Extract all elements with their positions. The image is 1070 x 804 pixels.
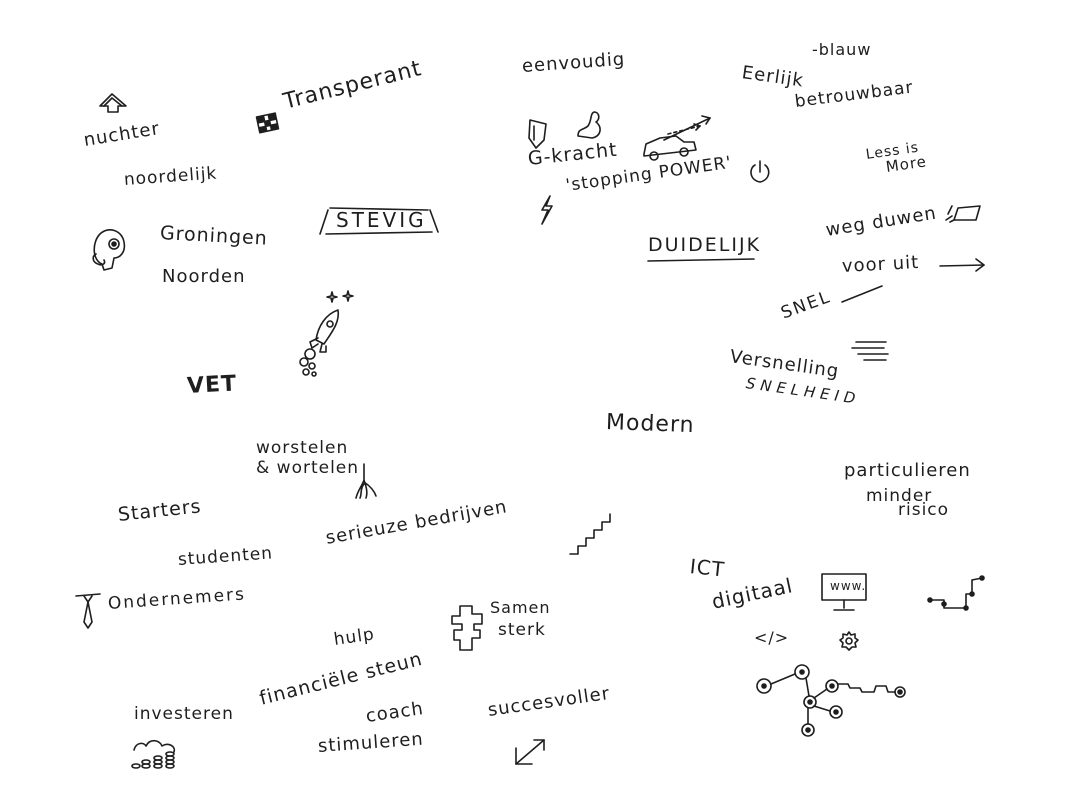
word-weg-duwen: weg duwen [824, 202, 939, 241]
word-stimuleren: stimuleren [317, 728, 425, 757]
word-samen: Samen [490, 598, 551, 617]
word-duidelijk: DUIDELIJK [648, 234, 762, 256]
word-ondernemers: Ondernemers [107, 584, 247, 614]
step-graph-icon [927, 575, 985, 611]
word-en-wortelen: & wortelen [256, 458, 360, 478]
word-www: www. [830, 579, 867, 593]
word-eerlijk: Eerlijk [740, 62, 806, 92]
word-starters: Starters [116, 495, 203, 526]
word-worstelen: worstelen [256, 438, 349, 458]
staircase-icon [569, 513, 611, 555]
word-hulp: hulp [332, 624, 377, 650]
coins-icon [131, 739, 176, 769]
word-financiele-steun: financiële steun [257, 647, 425, 710]
puzzle-icon [451, 605, 483, 651]
growth-arrow-icon [515, 739, 545, 765]
word-groningen: Groningen [159, 222, 269, 250]
word-betrouwbaar: betrouwbaar [793, 77, 915, 112]
word-vet: VET [186, 371, 238, 399]
gear-icon [839, 631, 859, 651]
word-sterk: sterk [498, 620, 546, 640]
circuit-nodes-icon [756, 664, 906, 737]
word-voor-uit: voor uit [841, 251, 920, 277]
word-snelheid: SNELHEID [744, 374, 862, 408]
word-stevig: STEVIG [336, 208, 427, 232]
arrow-right-icon [939, 258, 985, 272]
mood-board: eenvoudig -blauw Eerlijk betrouwbaar Les… [0, 0, 1070, 804]
word-noordelijk: noordelijk [123, 163, 218, 190]
word-eenvoudig: eenvoudig [521, 48, 626, 77]
lightning-icon [541, 195, 553, 225]
rocket-icon [299, 309, 340, 377]
duidelijk-underline [647, 258, 755, 262]
word-serieuze-bedrijven: serieuze bedrijven [324, 496, 509, 549]
word-more: More [884, 152, 928, 176]
word-succesvoller: succesvoller [486, 682, 612, 721]
speed-lines-icon [851, 341, 889, 361]
power-icon [750, 160, 770, 183]
word-versnelling: Versnelling [728, 346, 841, 383]
word-coach: coach [364, 698, 426, 727]
word-particulieren: particulieren [844, 460, 971, 481]
word-modern: Modern [605, 410, 695, 439]
roots-icon [355, 463, 377, 499]
snel-line [841, 285, 883, 303]
word-studenten: studenten [177, 543, 274, 570]
word-code: </> [754, 628, 790, 647]
word-investeren: investeren [134, 704, 234, 724]
word-ict: ICT [688, 554, 727, 582]
flexed-arm-icon [577, 111, 601, 139]
word-blauw: -blauw [812, 40, 872, 59]
pushing-block-icon [945, 205, 981, 223]
tie-icon [75, 593, 101, 629]
stars-icon [326, 290, 354, 303]
thinking-face-icon [92, 229, 126, 271]
word-noorden: Noorden [162, 266, 246, 287]
word-transperant: Transperant [280, 56, 425, 115]
word-nuchter: nuchter [82, 118, 162, 151]
checkered-flag-icon [255, 112, 280, 134]
word-risico: risico [898, 500, 950, 520]
arrow-up-icon [99, 93, 127, 113]
word-snel: SNEL [778, 286, 834, 324]
